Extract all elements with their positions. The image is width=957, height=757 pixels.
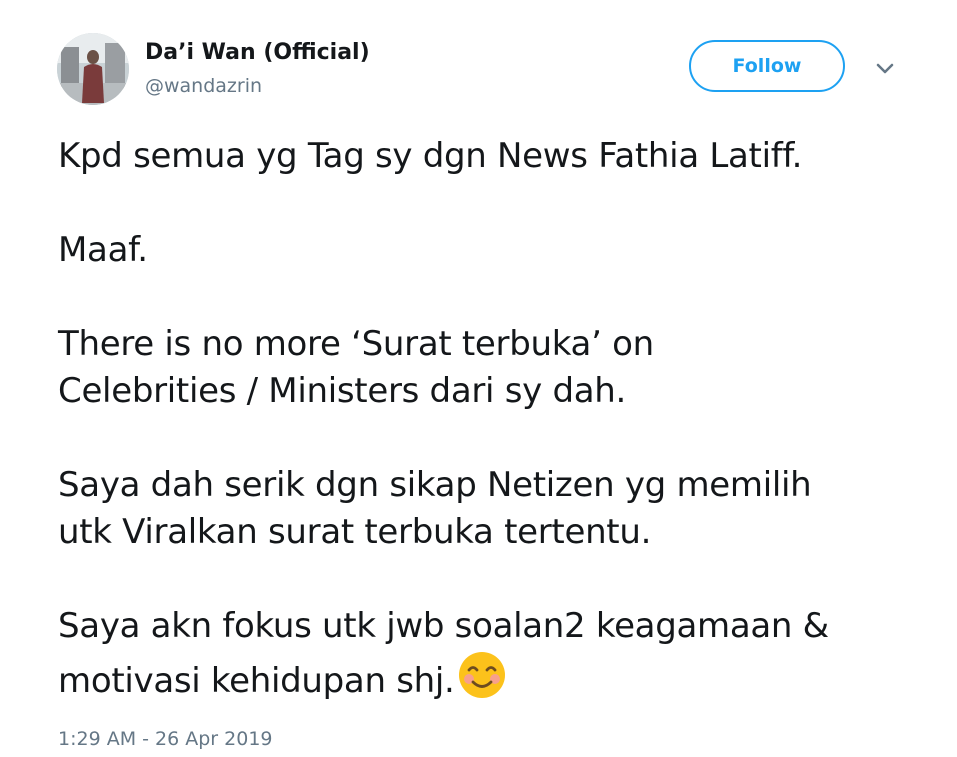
chevron-down-icon [876, 63, 894, 74]
tweet-line: There is no more ‘Surat terbuka’ on [58, 324, 654, 364]
tweet-timestamp[interactable]: 1:29 AM - 26 Apr 2019 [58, 728, 273, 750]
tweet-line: Maaf. [58, 230, 148, 270]
tweet-line-with-emoji: motivasi kehidupan shj. [58, 650, 938, 705]
author-handle[interactable]: @wandazrin [145, 75, 262, 97]
tweet-line: Kpd semua yg Tag sy dgn News Fathia Lati… [58, 136, 803, 176]
tweet-line: Saya dah serik dgn sikap Netizen yg memi… [58, 465, 812, 505]
tweet-line: Saya akn fokus utk jwb soalan2 keagamaan… [58, 606, 829, 646]
tweet-paragraph: Saya dah serik dgn sikap Netizen yg memi… [58, 462, 938, 556]
author-name[interactable]: Da’i Wan (Official) [145, 40, 370, 65]
smiling-face-emoji-icon [458, 652, 505, 698]
tweet-line: Celebrities / Ministers dari sy dah. [58, 371, 627, 411]
tweet-paragraph: Saya akn fokus utk jwb soalan2 keagamaan… [58, 603, 938, 705]
tweet-text: Kpd semua yg Tag sy dgn News Fathia Lati… [58, 133, 938, 705]
tweet-paragraph: Kpd semua yg Tag sy dgn News Fathia Lati… [58, 133, 938, 180]
avatar[interactable] [57, 33, 129, 105]
tweet-paragraph: There is no more ‘Surat terbuka’ on Cele… [58, 321, 938, 415]
tweet-line: motivasi kehidupan shj. [58, 661, 455, 701]
tweet-paragraph: Maaf. [58, 227, 938, 274]
avatar-photo-icon [57, 33, 129, 105]
tweet-line: utk Viralkan surat terbuka tertentu. [58, 512, 652, 552]
tweet-card: Da’i Wan (Official) @wandazrin Follow Kp… [0, 0, 957, 757]
follow-button[interactable]: Follow [689, 40, 845, 92]
more-options-button[interactable] [870, 58, 900, 80]
